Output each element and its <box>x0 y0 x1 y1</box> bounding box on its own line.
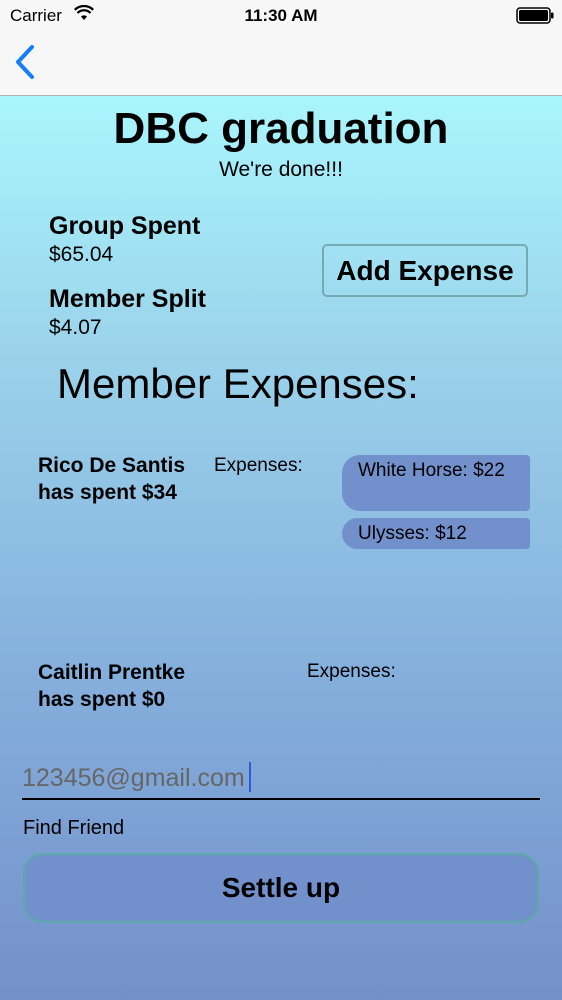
clock: 11:30 AM <box>244 6 318 25</box>
member-summary: Rico De Santis has spent $34 <box>38 454 186 504</box>
member-expenses-label: Expenses: <box>214 455 303 476</box>
group-spent-value: $65.04 <box>49 243 114 266</box>
expense-pill[interactable]: Ulysses: $12 <box>342 518 530 549</box>
add-expense-button[interactable]: Add Expense <box>322 244 528 297</box>
input-underline <box>22 798 540 800</box>
member-expenses-title: Member Expenses: <box>57 360 419 407</box>
member-expenses-label: Expenses: <box>307 661 396 682</box>
event-subtitle: We're done!!! <box>219 158 343 181</box>
expense-pill[interactable]: White Horse: $22 <box>342 455 530 511</box>
settle-up-button[interactable]: Settle up <box>23 853 539 923</box>
member-split-value: $4.07 <box>49 316 102 339</box>
text-caret <box>249 762 251 792</box>
event-title: DBC graduation <box>113 104 449 153</box>
member-summary: Caitlin Prentke has spent $0 <box>38 661 186 711</box>
find-friend-input[interactable] <box>22 758 540 798</box>
group-spent-label: Group Spent <box>49 212 201 240</box>
status-bar: Carrier 11:30 AM <box>0 0 562 32</box>
find-friend-label: Find Friend <box>23 817 125 839</box>
back-chevron-icon[interactable] <box>12 44 38 85</box>
member-split-label: Member Split <box>49 285 206 313</box>
navigation-bar <box>0 32 562 96</box>
battery-icon <box>516 7 554 29</box>
